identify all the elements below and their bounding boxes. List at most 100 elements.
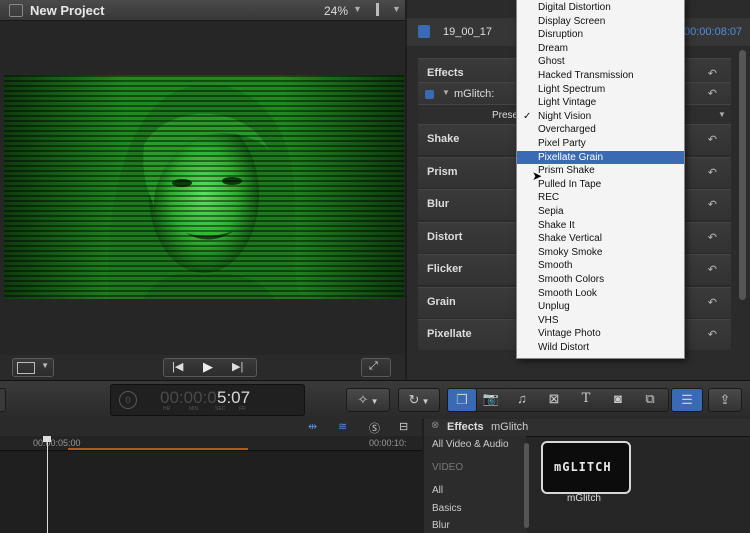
category-list: All Video & Audio VIDEO All Basics Blur: [424, 436, 526, 533]
effect-thumbnail-label: mGlitch: [567, 493, 601, 504]
playhead[interactable]: [47, 436, 48, 533]
inspector-toggle-button[interactable]: ☰: [671, 388, 703, 412]
menu-item[interactable]: Shake It: [517, 219, 684, 233]
transitions-browser-button[interactable]: ⊠: [540, 388, 568, 410]
browser-title: Effects: [447, 421, 484, 433]
effects-browser-icon: ❐: [456, 392, 468, 407]
preset-dropdown-menu: Digital Distortion Display Screen Disrup…: [516, 0, 685, 359]
category-basics[interactable]: Basics: [432, 503, 461, 514]
effects-browser-button[interactable]: ❐: [447, 388, 477, 412]
reset-icon[interactable]: ↶: [708, 263, 717, 276]
param-label: Flicker: [427, 263, 463, 275]
menu-item[interactable]: Ghost: [517, 55, 684, 69]
reset-icon[interactable]: ↶: [708, 133, 717, 146]
retime-icon: ↻: [408, 392, 420, 407]
themes-browser-button[interactable]: ⧉: [636, 388, 664, 410]
timecode-dim: 00:00:0: [160, 388, 217, 407]
play-icon[interactable]: ▶: [203, 359, 213, 375]
magic-wand-icon: ✧: [357, 392, 369, 407]
menu-item-highlighted[interactable]: Pixellate Grain: [517, 150, 684, 165]
menu-item[interactable]: REC: [517, 191, 684, 205]
inspector-sliders-icon: ☰: [681, 392, 693, 407]
fullscreen-button[interactable]: ⤢: [361, 358, 391, 377]
reset-icon[interactable]: ↶: [708, 67, 717, 80]
checkmark-icon: ✓: [523, 110, 532, 122]
menu-item-checked[interactable]: ✓ Night Vision: [517, 110, 684, 124]
zoom-level[interactable]: 24%: [324, 4, 348, 18]
left-edge-button[interactable]: [0, 388, 6, 412]
menu-item[interactable]: Smoky Smoke: [517, 246, 684, 260]
video-frame: [4, 75, 404, 299]
menu-item[interactable]: Vintage Photo: [517, 327, 684, 341]
menu-item[interactable]: VHS: [517, 314, 684, 328]
inspector-scrollbar[interactable]: [739, 50, 746, 300]
param-label: Pixellate: [427, 328, 472, 340]
menu-item[interactable]: Disruption: [517, 28, 684, 42]
effect-reset-icon[interactable]: ↶: [708, 87, 717, 100]
generators-browser-button[interactable]: ◙: [604, 388, 632, 410]
view-options-button[interactable]: [372, 3, 384, 16]
viewer-menu-icon[interactable]: [9, 4, 23, 17]
effect-enable-checkbox[interactable]: [425, 90, 434, 99]
previous-frame-icon[interactable]: |◀: [172, 360, 183, 373]
chevron-down-icon: ▼: [419, 397, 430, 406]
reset-icon[interactable]: ↶: [708, 166, 717, 179]
menu-item[interactable]: Display Screen: [517, 15, 684, 29]
render-bar: [68, 448, 248, 450]
photos-browser-button[interactable]: 📷: [477, 388, 505, 410]
viewer-display-chevron-icon: ▼: [41, 361, 49, 370]
share-button[interactable]: ⇪: [708, 388, 742, 412]
menu-item[interactable]: Digital Distortion: [517, 1, 684, 15]
timecode-value: 5:07: [217, 388, 251, 407]
effects-label: Effects: [427, 67, 464, 79]
menu-item[interactable]: Smooth: [517, 259, 684, 273]
reset-icon[interactable]: ↶: [708, 231, 717, 244]
menu-item[interactable]: Smooth Colors: [517, 273, 684, 287]
menu-item[interactable]: Sepia: [517, 205, 684, 219]
preset-label: Prese: [492, 110, 519, 121]
menu-item[interactable]: Pixel Party: [517, 137, 684, 151]
menu-item[interactable]: Light Spectrum: [517, 83, 684, 97]
timecode-activity-icon: 0: [119, 391, 137, 409]
effect-name: mGlitch:: [454, 88, 495, 100]
menu-item[interactable]: Unplug: [517, 300, 684, 314]
retime-button[interactable]: ↻ ▼: [398, 388, 440, 412]
skimming-icon[interactable]: Ⓢ: [369, 420, 380, 436]
effect-thumbnail[interactable]: mGLITCH: [541, 441, 631, 494]
viewer-display-icon: [17, 362, 35, 374]
next-frame-icon[interactable]: ▶|: [232, 360, 243, 373]
param-label: Shake: [427, 133, 460, 145]
timeline-toolbar: ⇹ ≋ Ⓢ ⊟: [0, 419, 422, 437]
music-browser-button[interactable]: ♫: [508, 388, 536, 410]
param-label: Grain: [427, 296, 456, 308]
disclosure-triangle-icon[interactable]: ▼: [442, 88, 450, 97]
menu-item[interactable]: Dream: [517, 42, 684, 56]
enhancements-button[interactable]: ✧ ▼: [346, 388, 390, 412]
video-waveform-icon[interactable]: ⇹: [308, 420, 317, 433]
preset-chevron-icon[interactable]: ▼: [718, 110, 726, 119]
clip-appearance-icon[interactable]: ⊟: [399, 420, 408, 433]
menu-item[interactable]: Wild Distort: [517, 341, 684, 355]
reset-icon[interactable]: ↶: [708, 296, 717, 309]
category-all[interactable]: All: [432, 485, 443, 496]
view-options-chevron-icon[interactable]: ▼: [392, 4, 401, 14]
reset-icon[interactable]: ↶: [708, 328, 717, 341]
zoom-chevron-icon[interactable]: ▼: [353, 4, 362, 14]
audio-waveform-icon[interactable]: ≋: [338, 420, 347, 433]
titles-browser-button[interactable]: T: [572, 388, 600, 410]
menu-item[interactable]: Overcharged: [517, 123, 684, 137]
timecode-display[interactable]: 0 00:00:0 5:07 HR MIN SEC FR: [110, 384, 305, 416]
menu-item[interactable]: Hacked Transmission: [517, 69, 684, 83]
menu-item[interactable]: Shake Vertical: [517, 232, 684, 246]
project-title: New Project: [30, 3, 105, 18]
category-blur[interactable]: Blur: [432, 520, 450, 531]
menu-item[interactable]: Light Vintage: [517, 96, 684, 110]
ruler-start-time: 00:00:05:00: [33, 438, 81, 448]
category-scrollbar[interactable]: [524, 443, 529, 528]
playhead-handle[interactable]: [43, 436, 51, 442]
menu-item[interactable]: Smooth Look: [517, 287, 684, 301]
reset-icon[interactable]: ↶: [708, 198, 717, 211]
viewer-display-button[interactable]: ▼: [12, 358, 54, 377]
category-all-video-audio[interactable]: All Video & Audio: [432, 439, 509, 450]
close-browser-icon[interactable]: ⊗: [431, 420, 439, 431]
